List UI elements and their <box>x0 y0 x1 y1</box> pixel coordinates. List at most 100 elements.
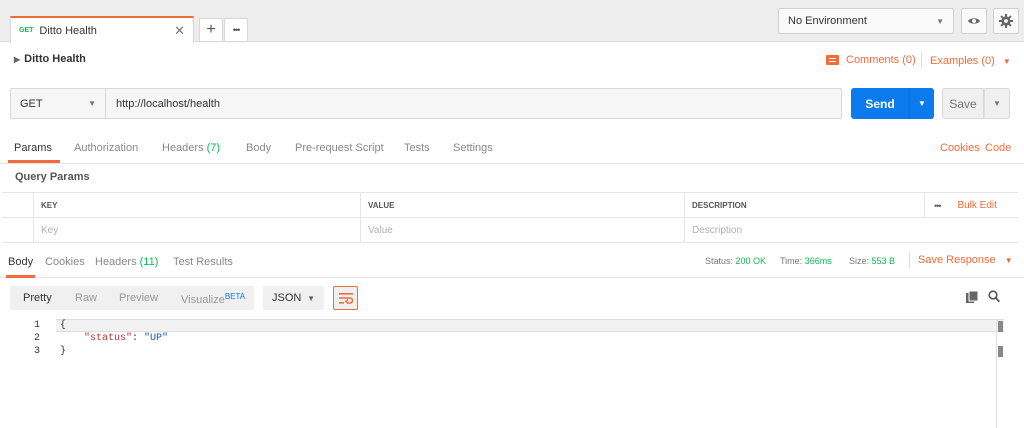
column-header-value: VALUE <box>360 193 684 218</box>
response-format-select[interactable]: JSON ▼ <box>263 286 324 310</box>
tab-title: Ditto Health <box>39 24 97 37</box>
row-handle-cell <box>2 193 33 218</box>
time-value: 366ms <box>804 256 832 266</box>
wrap-lines-button[interactable] <box>333 286 358 310</box>
tab-headers[interactable]: Headers (7) <box>162 142 220 154</box>
more-icon[interactable]: ••• <box>934 201 942 211</box>
format-value: JSON <box>272 292 302 304</box>
send-button[interactable]: Send <box>851 88 909 119</box>
caret-down-icon: ▼ <box>918 99 926 108</box>
tab-params[interactable]: Params <box>14 142 52 154</box>
chevron-down-icon: ▼ <box>88 99 96 108</box>
method-value: GET <box>20 97 43 110</box>
table-row: Key Value Description <box>2 218 1018 243</box>
caret-down-icon: ▼ <box>993 99 1001 108</box>
save-options-button[interactable]: ▼ <box>984 88 1010 119</box>
caret-right-icon: ▶ <box>14 55 21 64</box>
request-title-row: ▶ Ditto Health Comments (0) Examples (0) … <box>0 44 1024 74</box>
examples-label: Examples (0) <box>930 55 995 67</box>
param-key-input[interactable]: Key <box>33 218 360 243</box>
view-visualize-button[interactable]: VisualizeBETA <box>181 292 245 306</box>
json-colon: : <box>132 333 145 344</box>
save-response-label: Save Response <box>918 254 996 266</box>
send-label: Send <box>865 96 895 111</box>
request-name[interactable]: ▶ Ditto Health <box>14 53 86 65</box>
close-icon[interactable]: ✕ <box>174 23 185 39</box>
response-tab-headers[interactable]: Headers (11) <box>95 256 158 268</box>
environment-select[interactable]: No Environment ▼ <box>778 8 954 34</box>
editor-scrollbar[interactable] <box>996 320 1004 428</box>
chevron-down-icon: ▼ <box>936 16 944 26</box>
view-preview-button[interactable]: Preview <box>119 292 158 304</box>
request-tab-ditto-health[interactable]: GET Ditto Health ✕ <box>10 16 194 43</box>
response-body-editor[interactable]: 1 2 3 { "status": "UP" } <box>0 318 1024 428</box>
active-tab-indicator <box>6 275 35 278</box>
examples-dropdown[interactable]: Examples (0) ▼ <box>930 55 1011 67</box>
manage-environments-button[interactable] <box>993 8 1019 34</box>
status-value: 200 OK <box>735 256 767 266</box>
scrollbar-marker <box>998 321 1003 332</box>
request-tabs: Params Authorization Headers (7) Body Pr… <box>0 133 1024 164</box>
tab-options-button[interactable]: ••• <box>224 18 248 42</box>
code-line-3: } <box>60 346 67 357</box>
postman-window: GET Ditto Health ✕ + ••• No Environment … <box>0 0 1024 428</box>
beta-badge: BETA <box>224 292 246 301</box>
send-options-button[interactable]: ▼ <box>909 88 934 119</box>
wrap-lines-icon <box>338 292 353 304</box>
table-actions-cell: ••• Bulk Edit <box>924 193 1018 218</box>
response-status: Status: 200 OK <box>705 256 766 266</box>
comments-button[interactable]: Comments (0) <box>826 54 916 66</box>
plus-icon: + <box>206 21 216 38</box>
save-response-dropdown[interactable]: Save Response ▼ <box>918 254 1013 266</box>
column-header-description: DESCRIPTION <box>684 193 924 218</box>
eye-icon <box>968 18 980 24</box>
gear-icon <box>999 14 1013 28</box>
code-line-1: { <box>60 320 67 331</box>
environment-selected-value: No Environment <box>788 15 867 27</box>
tab-settings[interactable]: Settings <box>453 142 493 154</box>
tab-authorization[interactable]: Authorization <box>74 142 138 154</box>
size-value: 553 B <box>871 256 896 266</box>
response-tab-body[interactable]: Body <box>8 256 33 268</box>
response-size: Size: 553 B <box>849 256 895 266</box>
code-link[interactable]: Code <box>985 142 1011 154</box>
view-pretty-button[interactable]: Pretty <box>23 292 52 304</box>
copy-response-button[interactable] <box>966 290 979 306</box>
row-handle-cell <box>2 218 33 243</box>
view-raw-button[interactable]: Raw <box>75 292 97 304</box>
comments-label: Comments (0) <box>846 54 916 66</box>
request-tab-bar: GET Ditto Health ✕ + ••• No Environment … <box>0 0 1024 43</box>
active-tab-indicator <box>8 160 60 163</box>
line-number: 2 <box>33 333 40 344</box>
query-params-table: KEY VALUE DESCRIPTION ••• Bulk Edit Key … <box>2 192 1018 243</box>
line-number: 1 <box>33 320 40 331</box>
comment-icon <box>826 55 839 65</box>
add-tab-button[interactable]: + <box>199 18 223 42</box>
response-tab-cookies[interactable]: Cookies <box>45 256 85 268</box>
response-tab-test-results[interactable]: Test Results <box>173 256 233 268</box>
response-tab-headers-label: Headers <box>95 256 137 268</box>
more-icon: ••• <box>232 25 241 35</box>
url-input[interactable] <box>106 88 842 119</box>
body-view-modes: Pretty Raw Preview VisualizeBETA <box>10 286 254 310</box>
tab-headers-label: Headers <box>162 142 204 154</box>
method-select[interactable]: GET ▼ <box>10 88 106 119</box>
tab-tests[interactable]: Tests <box>404 142 430 154</box>
cookies-link[interactable]: Cookies <box>940 142 980 154</box>
size-label: Size: <box>849 256 870 266</box>
visualize-label: Visualize <box>181 294 225 306</box>
status-label: Status: <box>705 256 734 266</box>
divider <box>921 52 922 68</box>
search-response-button[interactable] <box>988 290 1000 306</box>
param-description-input[interactable]: Description <box>684 218 1018 243</box>
save-button[interactable]: Save <box>942 88 984 119</box>
tab-body[interactable]: Body <box>246 142 271 154</box>
bulk-edit-link[interactable]: Bulk Edit <box>957 200 996 211</box>
headers-count: (7) <box>206 142 221 154</box>
param-value-input[interactable]: Value <box>360 218 684 243</box>
chevron-down-icon: ▼ <box>307 293 315 303</box>
tab-pre-request-script[interactable]: Pre-request Script <box>295 142 384 154</box>
line-number: 3 <box>33 346 40 357</box>
response-time: Time: 366ms <box>780 256 832 266</box>
environment-quick-look-button[interactable] <box>961 8 987 34</box>
